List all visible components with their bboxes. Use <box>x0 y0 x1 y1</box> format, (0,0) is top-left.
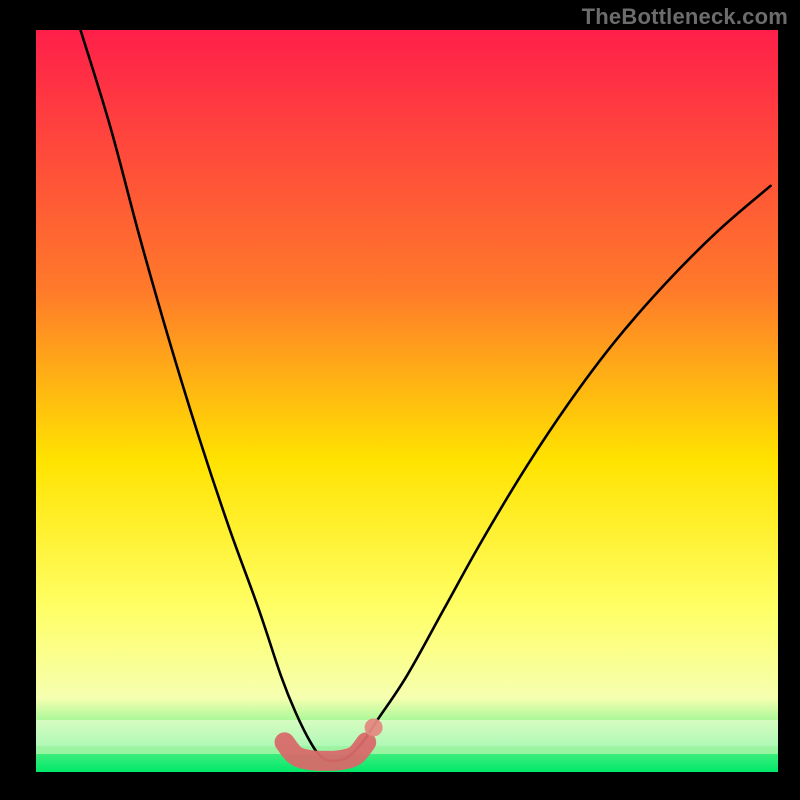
watermark-text: TheBottleneck.com <box>582 4 788 30</box>
chart-frame: { "watermark": "TheBottleneck.com", "col… <box>0 0 800 800</box>
bottleneck-chart <box>0 0 800 800</box>
pale-band-2 <box>36 746 778 754</box>
pale-band <box>36 720 778 746</box>
plot-area <box>36 30 778 772</box>
optimal-edge-marker <box>365 718 383 736</box>
